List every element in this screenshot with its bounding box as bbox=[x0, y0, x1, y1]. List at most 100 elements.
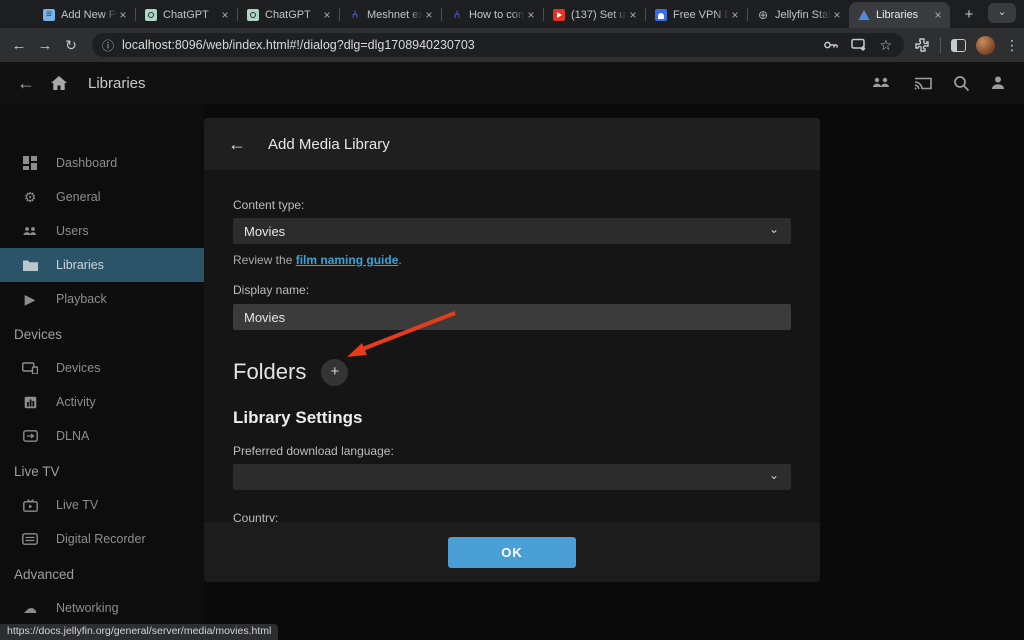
browser-toolbar: ← → ↻ ⓘ localhost:8096/web/index.html#!/… bbox=[0, 28, 1024, 62]
sidebar-item-playback[interactable]: ▶ Playback bbox=[0, 282, 204, 316]
chatgpt-favicon bbox=[145, 9, 157, 21]
content-type-select[interactable]: Movies ⌄ bbox=[233, 218, 791, 244]
sidebar-label: Users bbox=[56, 224, 89, 238]
sidebar-label: Devices bbox=[56, 361, 100, 375]
sidebar-label: General bbox=[56, 190, 100, 204]
chevron-down-icon: ⌄ bbox=[769, 222, 779, 236]
tab-jellyfin-stable[interactable]: Jellyfin Stab × bbox=[748, 2, 849, 28]
youtube-favicon bbox=[553, 9, 565, 21]
tab-label: Meshnet exp bbox=[367, 9, 423, 21]
dialog-header: ← Add Media Library bbox=[204, 118, 820, 170]
dlna-icon bbox=[20, 430, 40, 442]
live-tv-icon bbox=[20, 499, 40, 512]
password-key-icon[interactable] bbox=[823, 38, 839, 52]
sidebar-label: Digital Recorder bbox=[56, 532, 146, 546]
site-info-icon[interactable]: ⓘ bbox=[102, 37, 114, 54]
sidebar-item-users[interactable]: Users bbox=[0, 214, 204, 248]
bookmark-star-icon[interactable]: ☆ bbox=[879, 37, 892, 54]
tab-search-button[interactable]: ⌄ bbox=[988, 3, 1016, 23]
close-icon[interactable]: × bbox=[831, 9, 843, 21]
sidebar-label: Networking bbox=[56, 601, 119, 615]
ok-button[interactable]: OK bbox=[448, 537, 576, 568]
cloud-icon: ☁ bbox=[20, 600, 40, 617]
tab-chatgpt-1[interactable]: ChatGPT × bbox=[136, 2, 237, 28]
menu-dots-icon[interactable]: ⋮ bbox=[1005, 37, 1019, 54]
jellyfin-favicon bbox=[858, 9, 870, 21]
tab-meshnet[interactable]: Meshnet exp × bbox=[340, 2, 441, 28]
extensions-puzzle-icon[interactable] bbox=[914, 37, 930, 53]
sidebar-item-dlna[interactable]: DLNA bbox=[0, 419, 204, 453]
dialog-footer: OK bbox=[204, 522, 820, 582]
tab-label: Libraries bbox=[876, 9, 932, 21]
tab-youtube[interactable]: (137) Set up × bbox=[544, 2, 645, 28]
url-text[interactable]: localhost:8096/web/index.html#!/dialog?d… bbox=[122, 38, 823, 52]
sidebar-item-networking[interactable]: ☁ Networking bbox=[0, 591, 204, 625]
sidebar-item-devices[interactable]: Devices bbox=[0, 351, 204, 385]
close-icon[interactable]: × bbox=[423, 9, 435, 21]
users-group-icon[interactable] bbox=[871, 76, 893, 90]
status-url-bubble: https://docs.jellyfin.org/general/server… bbox=[0, 624, 278, 640]
display-name-label: Display name: bbox=[233, 283, 791, 297]
sidebar-label: Playback bbox=[56, 292, 107, 306]
close-icon[interactable]: × bbox=[321, 9, 333, 21]
search-icon[interactable] bbox=[953, 75, 970, 92]
sidebar-item-general[interactable]: ⚙ General bbox=[0, 180, 204, 214]
tab-libraries-active[interactable]: Libraries × bbox=[849, 2, 950, 28]
tab-free-vpn[interactable]: Free VPN Do × bbox=[646, 2, 747, 28]
close-icon[interactable]: × bbox=[219, 9, 231, 21]
film-naming-guide-link[interactable]: film naming guide bbox=[296, 253, 399, 267]
forward-icon[interactable]: → bbox=[32, 37, 58, 54]
dialog-back-icon[interactable]: ← bbox=[228, 134, 246, 155]
sidebar-item-digital-recorder[interactable]: Digital Recorder bbox=[0, 522, 204, 556]
tab-label: ChatGPT bbox=[265, 9, 321, 21]
sidebar-label: Libraries bbox=[56, 258, 104, 272]
cast-icon[interactable] bbox=[913, 75, 933, 91]
reload-icon[interactable]: ↻ bbox=[58, 37, 84, 54]
save-to-device-icon[interactable] bbox=[851, 38, 867, 52]
sidebar-label: Live TV bbox=[56, 498, 98, 512]
close-icon[interactable]: × bbox=[932, 9, 944, 21]
dialog-body: Content type: Movies ⌄ Review the film n… bbox=[204, 170, 820, 525]
tab-label: (137) Set up bbox=[571, 9, 627, 21]
page-title: Libraries bbox=[88, 75, 146, 92]
language-select[interactable]: ⌄ bbox=[233, 464, 791, 490]
toolbar-divider bbox=[940, 37, 941, 53]
close-icon[interactable]: × bbox=[117, 9, 129, 21]
add-folder-button[interactable]: + bbox=[321, 359, 348, 386]
sidebar-item-dashboard[interactable]: Dashboard bbox=[0, 146, 204, 180]
sidebar-item-livetv[interactable]: Live TV bbox=[0, 488, 204, 522]
content-type-value: Movies bbox=[244, 224, 285, 239]
new-tab-button[interactable]: + bbox=[959, 6, 979, 23]
sidebar: Dashboard ⚙ General Users Libraries ▶ Pl… bbox=[0, 104, 204, 640]
close-icon[interactable]: × bbox=[525, 9, 537, 21]
user-person-icon[interactable] bbox=[990, 75, 1006, 91]
tab-how-to-configure[interactable]: How to confi × bbox=[442, 2, 543, 28]
helper-prefix: Review the bbox=[233, 253, 296, 267]
address-bar[interactable]: ⓘ localhost:8096/web/index.html#!/dialog… bbox=[92, 33, 904, 57]
add-media-library-dialog: ← Add Media Library Content type: Movies… bbox=[204, 118, 820, 582]
globe-favicon bbox=[757, 9, 769, 21]
display-name-input[interactable]: Movies bbox=[233, 304, 791, 330]
tab-add-new-post[interactable]: Add New Po × bbox=[34, 2, 135, 28]
home-icon[interactable] bbox=[50, 75, 68, 91]
sidebar-item-activity[interactable]: Activity bbox=[0, 385, 204, 419]
sidebar-section-advanced: Advanced bbox=[0, 557, 204, 591]
chevron-down-icon: ⌄ bbox=[769, 468, 779, 482]
back-icon[interactable]: ← bbox=[6, 37, 32, 54]
folder-icon bbox=[20, 259, 40, 271]
tab-label: ChatGPT bbox=[163, 9, 219, 21]
language-label: Preferred download language: bbox=[233, 444, 791, 458]
sidebar-label: DLNA bbox=[56, 429, 89, 443]
profile-avatar[interactable] bbox=[976, 36, 995, 55]
library-settings-heading: Library Settings bbox=[233, 408, 791, 428]
side-panel-icon[interactable] bbox=[951, 39, 966, 52]
close-icon[interactable]: × bbox=[627, 9, 639, 21]
users-icon bbox=[20, 226, 40, 237]
app-back-icon[interactable]: ← bbox=[14, 73, 38, 94]
tab-chatgpt-2[interactable]: ChatGPT × bbox=[238, 2, 339, 28]
close-icon[interactable]: × bbox=[729, 9, 741, 21]
post-favicon bbox=[43, 9, 55, 21]
sidebar-item-libraries[interactable]: Libraries bbox=[0, 248, 204, 282]
nordvpn-favicon bbox=[655, 9, 667, 21]
sidebar-section-livetv: Live TV bbox=[0, 454, 204, 488]
